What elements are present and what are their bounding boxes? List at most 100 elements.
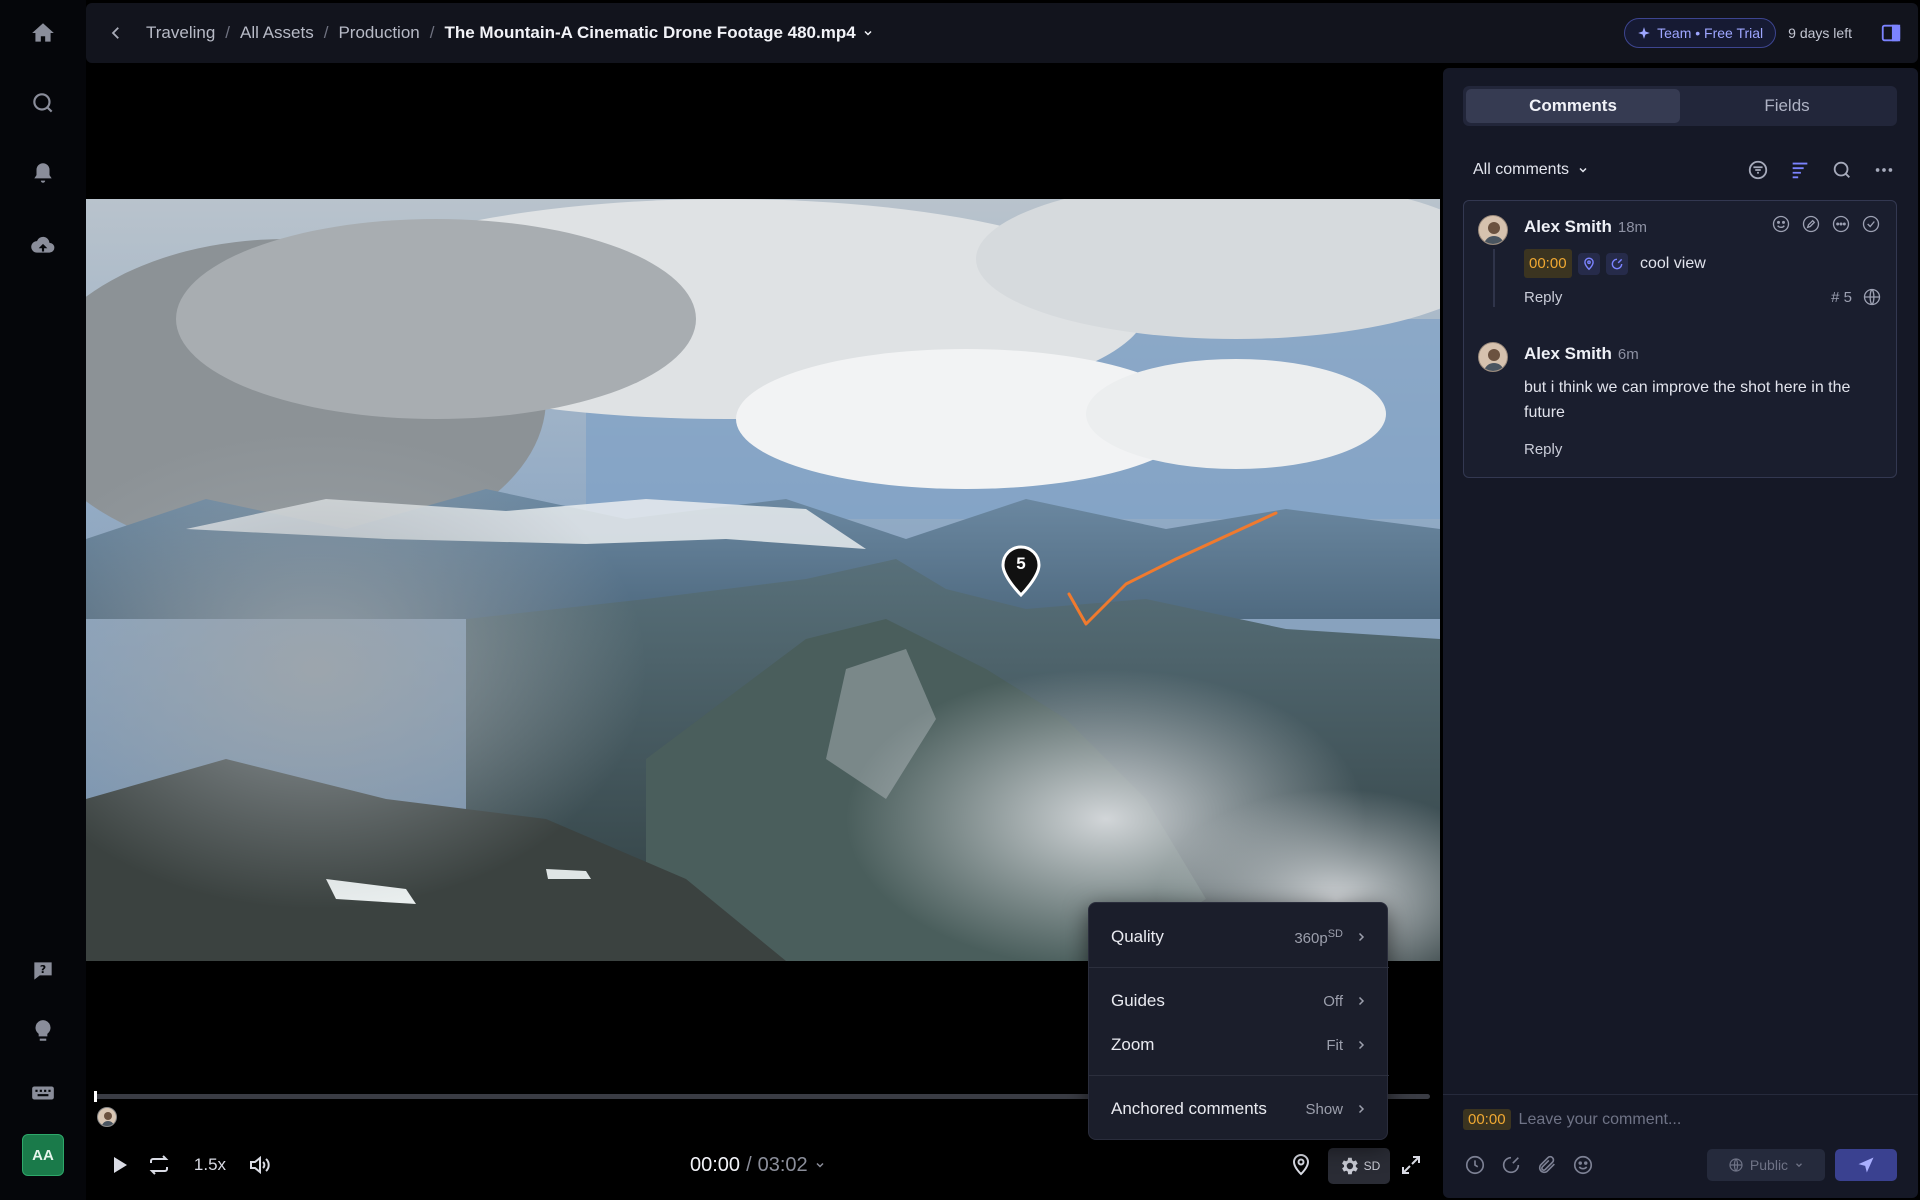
filter-button[interactable]: [1745, 157, 1771, 183]
search-icon: [1833, 161, 1850, 178]
anchored-comment-button[interactable]: [1284, 1140, 1318, 1190]
help-icon[interactable]: ?: [22, 950, 64, 992]
menu-divider: [1089, 1075, 1389, 1076]
visibility-dropdown[interactable]: Public: [1707, 1149, 1825, 1181]
draw-icon: [1502, 1156, 1520, 1174]
reply-link[interactable]: Reply: [1524, 441, 1562, 458]
play-button[interactable]: [102, 1140, 136, 1190]
comment-more-button[interactable]: [1830, 213, 1852, 235]
fullscreen-icon: [1402, 1156, 1420, 1174]
search-icon[interactable]: [22, 82, 64, 124]
comment-author: Alex Smith 18m: [1524, 217, 1647, 237]
edit-button[interactable]: [1800, 213, 1822, 235]
settings-menu: Quality 360pSD Guides Off Zoom Fit Ancho…: [1088, 902, 1389, 1140]
chevron-right-icon: [1358, 932, 1365, 942]
back-button[interactable]: [86, 3, 146, 63]
menu-item-sup: SD: [1327, 927, 1343, 940]
clock-icon: [1465, 1155, 1485, 1175]
volume-button[interactable]: [242, 1140, 276, 1190]
upload-cloud-icon[interactable]: [22, 224, 64, 266]
tab-comments[interactable]: Comments: [1466, 89, 1680, 123]
breadcrumb-current-file[interactable]: The Mountain-A Cinematic Drone Footage 4…: [444, 23, 873, 43]
settings-button[interactable]: SD: [1328, 1148, 1390, 1184]
menu-divider: [1089, 967, 1389, 968]
globe-icon[interactable]: [1862, 287, 1882, 307]
sort-button[interactable]: [1787, 157, 1813, 183]
thread-connector: [1493, 249, 1495, 307]
comment-time: 6m: [1617, 346, 1639, 363]
menu-item-label: Guides: [1111, 991, 1165, 1010]
menu-item-zoom[interactable]: Zoom Fit: [1089, 1023, 1389, 1067]
author-name: Alex Smith: [1524, 344, 1612, 363]
comment-placeholder: Leave your comment...: [1518, 1110, 1682, 1128]
breadcrumb: Traveling / All Assets / Production / Th…: [146, 23, 874, 43]
comment-body: 00:00 cool view: [1524, 249, 1706, 278]
menu-item-anchored-comments[interactable]: Anchored comments Show: [1089, 1087, 1389, 1131]
comment-time: 18m: [1617, 219, 1648, 236]
file-name: The Mountain-A Cinematic Drone Footage 4…: [444, 23, 856, 42]
tab-fields[interactable]: Fields: [1680, 89, 1894, 123]
menu-item-value: Fit: [1326, 1036, 1343, 1054]
location-pin-icon: [1292, 1154, 1310, 1176]
react-button[interactable]: [1770, 213, 1792, 235]
comment-text: cool view: [1640, 255, 1706, 272]
breadcrumb-separator: /: [323, 23, 329, 42]
breadcrumb-item[interactable]: Traveling: [146, 23, 215, 43]
attach-button[interactable]: [1535, 1153, 1559, 1177]
filter-icon: [1748, 160, 1768, 180]
playhead[interactable]: [94, 1091, 97, 1102]
draw-button[interactable]: [1499, 1153, 1523, 1177]
comment-timecode[interactable]: 00:00: [1524, 249, 1572, 278]
comment-input[interactable]: 00:00 Leave your comment...: [1463, 1109, 1681, 1130]
comment-composer: 00:00 Leave your comment... Public: [1443, 1094, 1918, 1198]
comment-filter-dropdown[interactable]: All comments: [1473, 161, 1589, 179]
emoji-button[interactable]: [1571, 1153, 1595, 1177]
menu-item-value: Show: [1305, 1100, 1343, 1118]
time-separator: /: [746, 1153, 752, 1176]
menu-item-value: Off: [1323, 992, 1343, 1010]
reply-link[interactable]: Reply: [1524, 289, 1562, 306]
breadcrumb-item[interactable]: All Assets: [240, 23, 314, 43]
more-horizontal-icon: [1832, 215, 1850, 233]
bell-icon[interactable]: [22, 152, 64, 194]
playback-speed-button[interactable]: 1.5x: [186, 1140, 234, 1190]
more-options-button[interactable]: [1871, 157, 1897, 183]
trial-badge[interactable]: Team • Free Trial: [1624, 18, 1777, 48]
annotation-pin[interactable]: 5: [1000, 545, 1042, 597]
home-icon[interactable]: [22, 12, 64, 54]
menu-item-value: 360p: [1294, 929, 1328, 947]
comments-panel: Comments Fields All comments Alex Smith …: [1443, 68, 1918, 1198]
timecode-display[interactable]: 00:00 / 03:02: [690, 1140, 826, 1190]
composer-timecode[interactable]: 00:00: [1463, 1109, 1511, 1130]
keyboard-icon[interactable]: [22, 1072, 64, 1114]
resolve-button[interactable]: [1860, 213, 1882, 235]
avatar: [1478, 342, 1508, 372]
chevron-down-icon: [864, 30, 872, 36]
chevron-right-icon: [1358, 1104, 1365, 1114]
panel-toggle-button[interactable]: [1874, 16, 1908, 50]
loop-button[interactable]: [142, 1140, 176, 1190]
menu-item-quality[interactable]: Quality 360pSD: [1089, 915, 1389, 959]
user-avatar[interactable]: AA: [22, 1134, 64, 1176]
sort-lines-icon: [1792, 162, 1808, 179]
author-name: Alex Smith: [1524, 217, 1612, 236]
video-frame[interactable]: 5: [86, 199, 1440, 961]
paperclip-icon: [1538, 1155, 1555, 1174]
timeline-comment-marker[interactable]: [97, 1107, 117, 1127]
menu-item-label: Zoom: [1111, 1035, 1155, 1054]
annotation-pin-number: 5: [1016, 554, 1026, 573]
lightbulb-icon[interactable]: [22, 1010, 64, 1052]
menu-item-guides[interactable]: Guides Off: [1089, 979, 1389, 1023]
chevron-down-icon: [1796, 1163, 1803, 1168]
comment-thread[interactable]: Alex Smith 18m 00:00 cool view Reply # 5: [1463, 200, 1897, 478]
breadcrumb-separator: /: [429, 23, 435, 42]
comment-search-button[interactable]: [1829, 157, 1855, 183]
send-button[interactable]: [1835, 1149, 1897, 1181]
chevron-left-icon: [111, 27, 119, 39]
send-icon: [1858, 1157, 1874, 1173]
panel-tabs: Comments Fields: [1463, 86, 1897, 126]
globe-icon: [1729, 1158, 1743, 1172]
breadcrumb-item[interactable]: Production: [338, 23, 419, 43]
timestamp-toggle-button[interactable]: [1463, 1153, 1487, 1177]
fullscreen-button[interactable]: [1394, 1140, 1428, 1190]
